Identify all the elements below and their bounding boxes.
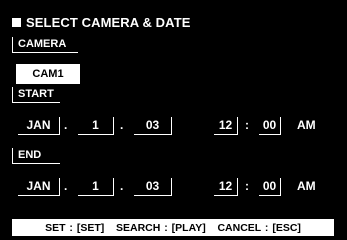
end-year-field[interactable]: 03 <box>134 178 172 196</box>
start-month-field[interactable]: JAN <box>18 117 60 135</box>
dialog-title-text: SELECT CAMERA & DATE <box>26 15 191 30</box>
camera-select[interactable]: CAM1 <box>16 64 80 84</box>
title-square-icon <box>12 18 21 27</box>
start-minute-field[interactable]: 00 <box>259 117 281 135</box>
start-date-separator-1: . <box>64 118 68 132</box>
end-date-separator-2: . <box>120 179 124 193</box>
start-ampm-field[interactable]: AM <box>297 118 316 132</box>
end-label: END <box>12 148 60 164</box>
start-year-field[interactable]: 03 <box>134 117 172 135</box>
end-hour-field[interactable]: 12 <box>214 178 238 196</box>
start-hour-field[interactable]: 12 <box>214 117 238 135</box>
start-time-separator: : <box>245 118 249 132</box>
dialog-title: SELECT CAMERA & DATE <box>12 15 191 30</box>
end-month-field[interactable]: JAN <box>18 178 60 196</box>
end-minute-field[interactable]: 00 <box>259 178 281 196</box>
end-date-separator-1: . <box>64 179 68 193</box>
key-hint-bar: SET : [SET] SEARCH : [PLAY] CANCEL : [ES… <box>12 219 334 236</box>
end-day-field[interactable]: 1 <box>78 178 114 196</box>
key-hint-text: SET : [SET] SEARCH : [PLAY] CANCEL : [ES… <box>45 221 301 234</box>
start-day-field[interactable]: 1 <box>78 117 114 135</box>
end-time-separator: : <box>245 179 249 193</box>
end-ampm-field[interactable]: AM <box>297 179 316 193</box>
camera-label: CAMERA <box>12 37 78 53</box>
start-date-separator-2: . <box>120 118 124 132</box>
start-label: START <box>12 87 60 103</box>
